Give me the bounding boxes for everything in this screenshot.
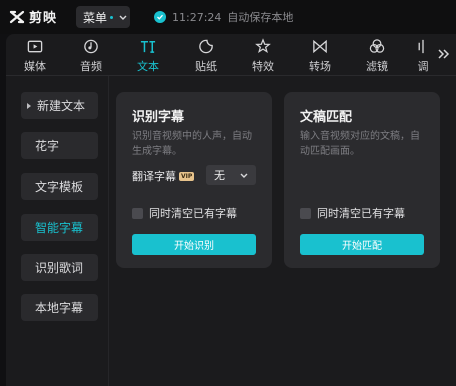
sidebar-item-label: 新建文本: [37, 99, 86, 113]
sidebar-item-flower-text[interactable]: 花字: [21, 132, 98, 159]
tab-sticker[interactable]: 贴纸: [184, 38, 228, 74]
text-category-sidebar: 新建文本 花字 文字模板 智能字幕 识别歌词 本地字幕: [6, 76, 109, 386]
material-panel: 媒体 音频 文本 贴纸 特效 转场 滤镜 调 新建文本 花字 文字模板 智能字幕…: [6, 34, 456, 386]
tab-label: 音频: [80, 60, 102, 73]
asset-toolbar: 媒体 音频 文本 贴纸 特效 转场 滤镜 调: [6, 34, 456, 76]
tab-label: 调: [417, 60, 429, 73]
tab-audio[interactable]: 音频: [69, 38, 113, 74]
tab-effects[interactable]: 特效: [241, 38, 285, 74]
tab-label: 贴纸: [195, 60, 217, 73]
start-match-button[interactable]: 开始匹配: [300, 234, 424, 255]
app-name: 剪映: [29, 11, 58, 26]
vip-badge: VIP: [179, 171, 195, 181]
media-icon: [27, 40, 43, 53]
script-match-card: 文稿匹配 输入音视频对应的文稿，自动匹配画面。 同时清空已有字幕 开始匹配: [284, 92, 440, 268]
filter-icon: [369, 39, 385, 53]
tab-transition[interactable]: 转场: [298, 38, 342, 74]
tab-label: 特效: [252, 60, 274, 73]
jianying-logo-icon: [9, 10, 25, 23]
tab-label: 文本: [137, 60, 159, 73]
tab-filter[interactable]: 滤镜: [355, 38, 399, 74]
checkbox-label: 同时清空已有字幕: [317, 207, 405, 220]
title-bar: 剪映 菜单 11:27:24 自动保存本地: [0, 0, 456, 34]
menu-button[interactable]: 菜单: [76, 6, 130, 28]
chevron-down-icon: [119, 15, 127, 20]
sidebar-item-local-subtitle[interactable]: 本地字幕: [21, 294, 98, 321]
clear-existing-row[interactable]: 同时清空已有字幕: [132, 205, 237, 221]
autosave-time: 11:27:24: [172, 10, 222, 24]
sidebar-item-label: 识别歌词: [35, 261, 84, 275]
menu-label: 菜单: [83, 10, 108, 25]
translate-label: 翻译字幕: [132, 170, 176, 183]
double-chevron-right-icon[interactable]: [436, 46, 452, 62]
tab-label: 转场: [309, 60, 331, 73]
sidebar-item-text-template[interactable]: 文字模板: [21, 173, 98, 200]
app-logo: 剪映: [9, 7, 57, 26]
tab-label: 滤镜: [366, 60, 388, 73]
caret-right-icon: [27, 102, 31, 109]
sidebar-item-label: 本地字幕: [35, 301, 84, 315]
effects-icon: [255, 38, 271, 54]
sidebar-divider: [108, 76, 109, 386]
checkbox-label: 同时清空已有字幕: [149, 207, 237, 220]
selected-language: 无: [214, 169, 225, 182]
tab-label: 媒体: [24, 60, 46, 73]
audio-icon: [84, 39, 98, 54]
text-icon: [140, 41, 156, 53]
autosave-status: 11:27:24 自动保存本地: [154, 9, 293, 25]
clear-existing-checkbox[interactable]: [132, 207, 143, 219]
tab-text[interactable]: 文本: [126, 38, 170, 74]
sidebar-item-smart-subtitle[interactable]: 智能字幕: [21, 214, 98, 241]
sidebar-item-label: 智能字幕: [35, 221, 84, 235]
transition-icon: [313, 39, 327, 54]
tab-media[interactable]: 媒体: [13, 38, 57, 74]
clear-existing-row[interactable]: 同时清空已有字幕: [300, 205, 405, 221]
card-description: 识别音视频中的人声，自动生成字幕。: [132, 131, 252, 157]
sticker-icon: [199, 39, 213, 54]
start-recognize-button[interactable]: 开始识别: [132, 234, 256, 255]
card-title: 识别字幕: [132, 110, 185, 125]
translate-subtitle-row: 翻译字幕 VIP: [132, 168, 195, 184]
tab-adjust[interactable]: 调: [412, 38, 434, 74]
translate-language-select[interactable]: 无: [206, 165, 256, 185]
check-circle-icon: [154, 11, 166, 23]
adjust-icon: [418, 39, 424, 54]
chevron-down-icon: [240, 173, 248, 178]
sidebar-item-new-text[interactable]: 新建文本: [21, 92, 98, 119]
clear-existing-checkbox[interactable]: [300, 207, 311, 219]
sidebar-item-recognize-lyrics[interactable]: 识别歌词: [21, 254, 98, 281]
autosave-text: 自动保存本地: [227, 11, 294, 24]
card-title: 文稿匹配: [300, 110, 353, 125]
recognize-subtitle-card: 识别字幕 识别音视频中的人声，自动生成字幕。 翻译字幕 VIP 无 同时清空已有…: [116, 92, 272, 268]
sidebar-item-label: 花字: [35, 139, 60, 153]
menu-notification-dot: [110, 15, 114, 19]
card-description: 输入音视频对应的文稿，自动匹配画面。: [300, 131, 420, 157]
sidebar-item-label: 文字模板: [35, 180, 84, 194]
